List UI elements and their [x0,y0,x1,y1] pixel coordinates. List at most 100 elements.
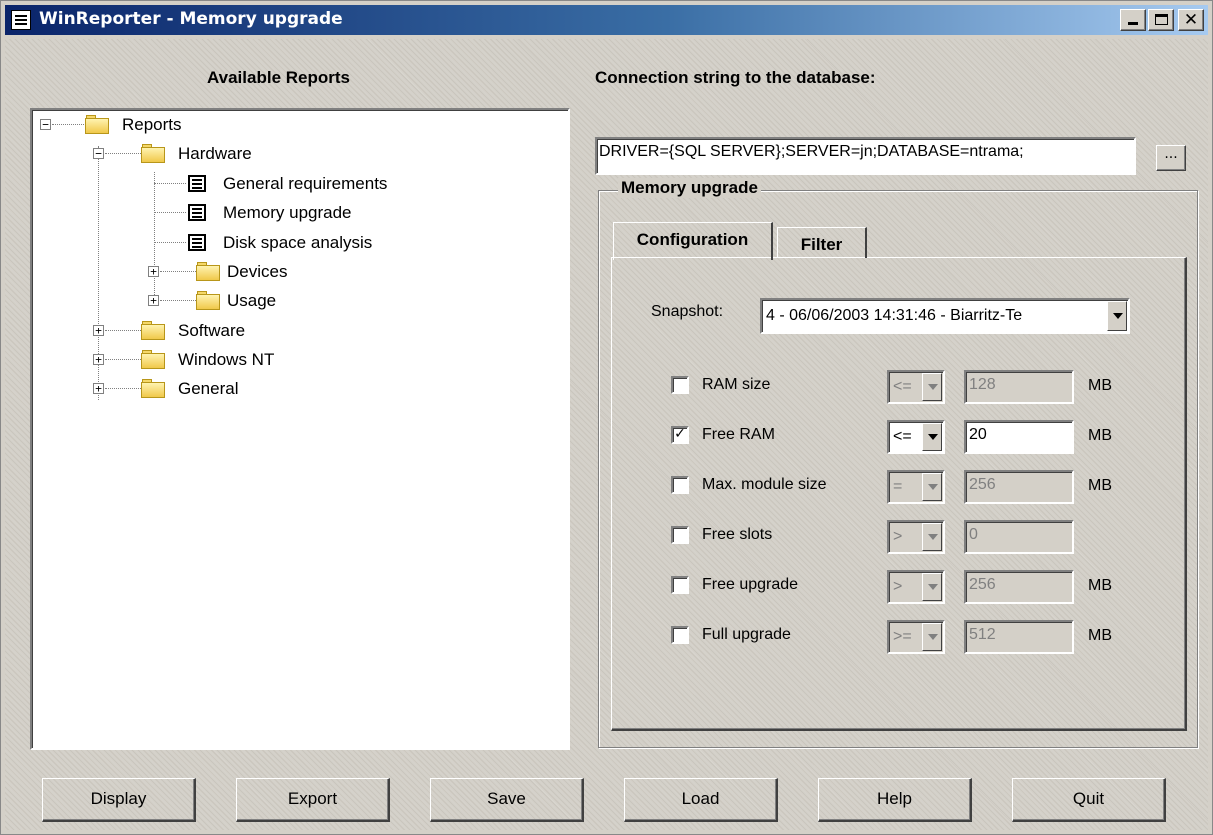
collapse-icon[interactable]: − [40,119,51,130]
save-button[interactable]: Save [430,778,584,822]
dropdown-button[interactable] [922,573,942,601]
collapse-icon[interactable]: − [93,148,104,159]
free-upgrade-operator-select[interactable]: > [887,570,945,604]
tree-node-general[interactable]: + General [32,377,332,403]
minimize-icon [1128,22,1138,25]
filter-row-max-module-size: Max. module size = 256 MB [667,470,1137,504]
chevron-down-icon [928,384,938,390]
report-icon [188,234,206,251]
close-icon: ✕ [1183,10,1199,30]
tree-label: Disk space analysis [223,233,373,252]
free-slots-value-input[interactable]: 0 [964,520,1074,554]
tree-node-hardware[interactable]: − Hardware [32,142,332,168]
free-ram-operator-select[interactable]: <= [887,420,945,454]
folder-icon [196,262,220,282]
folder-icon [141,321,165,341]
title-bar[interactable]: WinReporter - Memory upgrade ✕ [5,5,1208,35]
help-button[interactable]: Help [818,778,972,822]
maximize-button[interactable] [1148,9,1174,31]
filter-row-full-upgrade: Full upgrade >= 512 MB [667,620,1137,654]
tree-node-memory-upgrade[interactable]: Memory upgrade [32,201,452,227]
unit-label: MB [1088,577,1112,594]
max-module-size-value-input[interactable]: 256 [964,470,1074,504]
display-button[interactable]: Display [42,778,196,822]
full-upgrade-checkbox[interactable] [671,626,689,644]
filter-label: Full upgrade [702,626,791,643]
unit-label: MB [1088,477,1112,494]
window-title: WinReporter - Memory upgrade [39,9,343,29]
snapshot-select[interactable]: 4 - 06/06/2003 14:31:46 - Biarritz-Te [760,298,1130,334]
reports-tree[interactable]: − Reports − Hardware General requirement… [30,108,570,750]
available-reports-heading: Available Reports [207,68,350,87]
close-button[interactable]: ✕ [1178,9,1204,31]
free-ram-value-input[interactable]: 20 [964,420,1074,454]
filter-label: Free slots [702,526,773,543]
expand-icon[interactable]: + [93,325,104,336]
dropdown-button[interactable] [922,373,942,401]
dropdown-button[interactable] [922,423,942,451]
full-upgrade-value-input[interactable]: 512 [964,620,1074,654]
filter-row-ram-size: RAM size <= 128 MB [667,370,1137,404]
expand-icon[interactable]: + [93,354,104,365]
tree-label: Hardware [178,144,252,163]
export-button[interactable]: Export [236,778,390,822]
tree-label: Reports [122,115,182,134]
filter-label: Free upgrade [702,576,799,593]
tree-label: Windows NT [178,350,275,369]
dropdown-button[interactable] [1107,301,1127,331]
max-module-size-checkbox[interactable] [671,476,689,494]
chevron-down-icon [1113,313,1123,319]
free-slots-operator-select[interactable]: > [887,520,945,554]
connection-string-input[interactable]: DRIVER={SQL SERVER};SERVER=jn;DATABASE=n… [595,137,1136,175]
expand-icon[interactable]: + [148,295,159,306]
browse-button[interactable]: ... [1156,145,1186,171]
connection-string-heading: Connection string to the database: [595,68,876,87]
filter-label: Max. module size [702,476,827,493]
chevron-down-icon [928,584,938,590]
ram-size-operator-select[interactable]: <= [887,370,945,404]
expand-icon[interactable]: + [93,383,104,394]
quit-button[interactable]: Quit [1012,778,1166,822]
tree-node-devices[interactable]: + Devices [32,260,332,286]
chevron-down-icon [928,434,938,440]
tree-node-usage[interactable]: + Usage [32,289,332,315]
max-module-size-operator-select[interactable]: = [887,470,945,504]
tree-label: Usage [227,291,277,310]
ram-size-value-input[interactable]: 128 [964,370,1074,404]
dropdown-button[interactable] [922,523,942,551]
filter-row-free-ram: ✓ Free RAM <= 20 MB [667,420,1137,454]
filter-row-free-slots: Free slots > 0 [667,520,1137,554]
unit-label: MB [1088,427,1112,444]
free-upgrade-checkbox[interactable] [671,576,689,594]
tree-node-general-requirements[interactable]: General requirements [32,172,452,198]
dropdown-button[interactable] [922,473,942,501]
checkmark-icon: ✓ [674,426,686,442]
group-title: Memory upgrade [618,178,761,198]
folder-icon [196,291,220,311]
free-ram-checkbox[interactable]: ✓ [671,426,689,444]
report-icon [188,204,206,221]
chevron-down-icon [928,634,938,640]
dropdown-button[interactable] [922,623,942,651]
tab-configuration[interactable]: Configuration [613,222,773,260]
chevron-down-icon [928,484,938,490]
folder-icon [141,379,165,399]
tab-filter[interactable]: Filter [777,227,867,258]
tree-label: Memory upgrade [223,203,352,222]
tree-node-disk-space-analysis[interactable]: Disk space analysis [32,231,452,257]
free-upgrade-value-input[interactable]: 256 [964,570,1074,604]
ram-size-checkbox[interactable] [671,376,689,394]
load-button[interactable]: Load [624,778,778,822]
tree-node-windows-nt[interactable]: + Windows NT [32,348,332,374]
tree-node-software[interactable]: + Software [32,319,332,345]
tree-label: Software [178,321,246,340]
full-upgrade-operator-select[interactable]: >= [887,620,945,654]
expand-icon[interactable]: + [148,266,159,277]
app-window: WinReporter - Memory upgrade ✕ Available… [0,0,1213,835]
filter-label: Free RAM [702,426,775,443]
free-slots-checkbox[interactable] [671,526,689,544]
report-icon [11,10,31,30]
tree-node-reports[interactable]: − Reports [32,113,332,139]
filter-row-free-upgrade: Free upgrade > 256 MB [667,570,1137,604]
minimize-button[interactable] [1120,9,1146,31]
